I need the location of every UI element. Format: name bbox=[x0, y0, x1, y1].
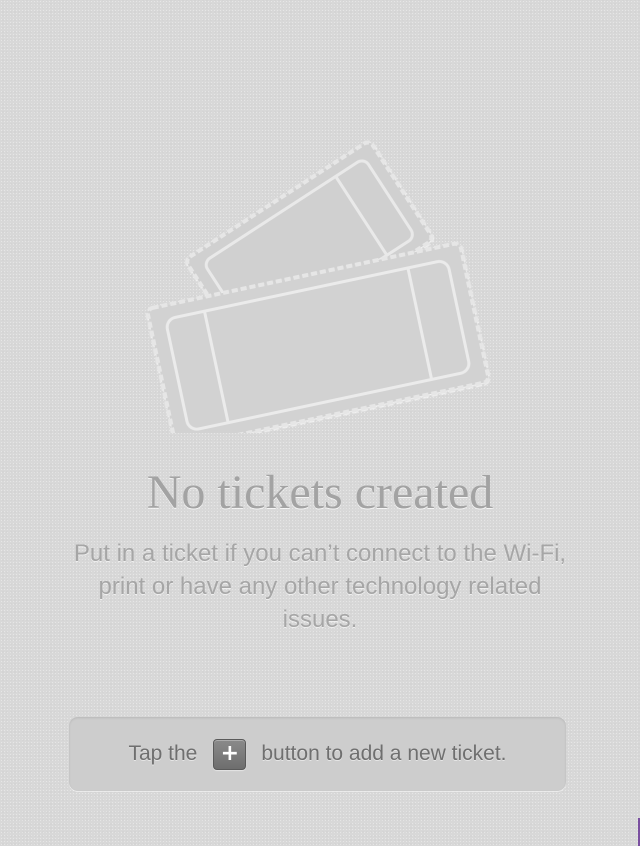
hint-prefix: Tap the bbox=[128, 742, 198, 765]
empty-state: No tickets created Put in a ticket if yo… bbox=[0, 0, 640, 846]
tickets-icon bbox=[145, 140, 491, 433]
plus-icon: + bbox=[220, 741, 240, 766]
hint-suffix: button to add a new ticket. bbox=[261, 742, 507, 765]
empty-state-description: Put in a ticket if you can’t connect to … bbox=[73, 540, 567, 633]
add-ticket-button[interactable]: + bbox=[213, 738, 247, 770]
empty-state-title: No tickets created bbox=[146, 466, 494, 519]
add-ticket-hint: Tap the + button to add a new ticket. bbox=[69, 717, 566, 791]
